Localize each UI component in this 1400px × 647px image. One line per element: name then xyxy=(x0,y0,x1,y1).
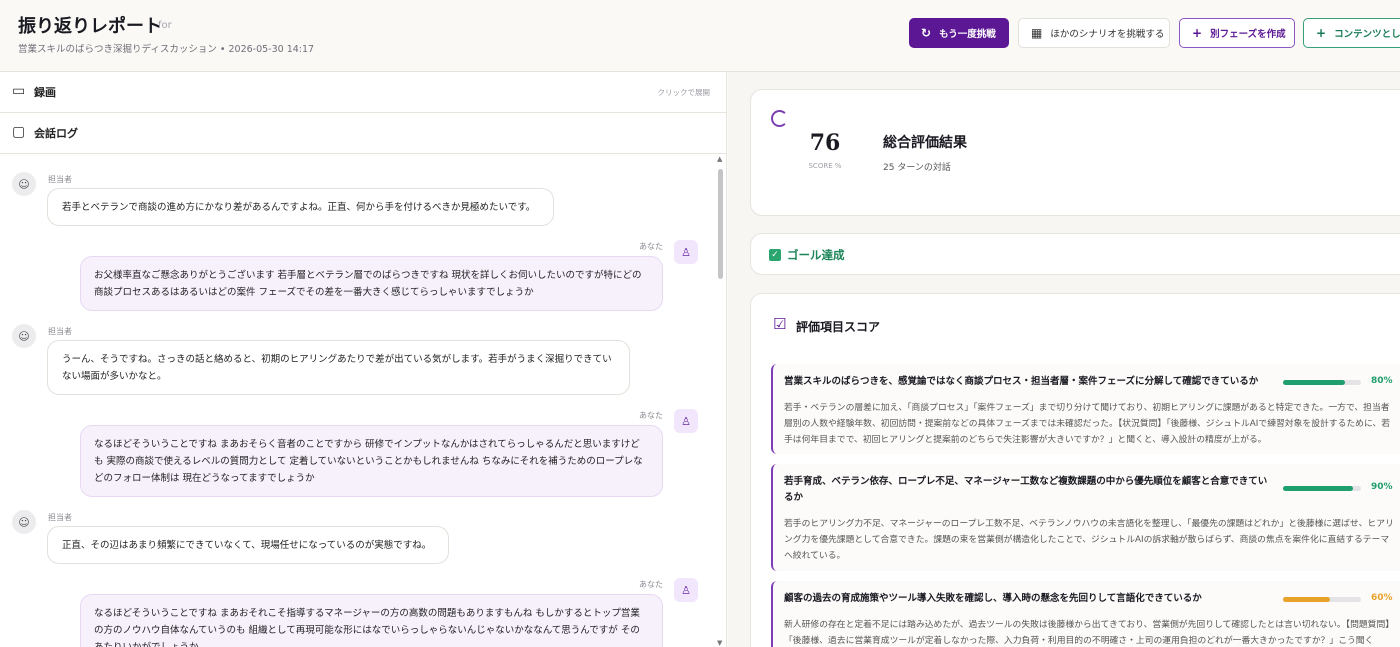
message-list[interactable]: ☺ 担当者 若手とベテランで商談の進め方にかなり差があるんですよね。正直、何から… xyxy=(0,155,714,647)
as-content-button-label: コンテンツとして xyxy=(1334,29,1400,40)
score-value: 76 xyxy=(809,130,841,156)
agent-avatar-icon: ☺ xyxy=(12,172,36,196)
plus-icon: + xyxy=(1192,26,1203,40)
speaker-label: あなた xyxy=(639,411,663,420)
goal-achieved-card: ✓ ゴール達成 xyxy=(750,233,1400,275)
criteria-title: 顧客の過去の育成施策やツール導入失敗を確認し、導入時の懸念を先回りして言語化でき… xyxy=(784,593,1202,604)
score-bar-fill xyxy=(1283,380,1346,385)
other-scenario-button[interactable]: ▦ ほかのシナリオを挑戦する xyxy=(1018,18,1170,48)
criteria-item: 営業スキルのばらつきを、感覚論ではなく商談プロセス・担当者層・案件フェーズに分解… xyxy=(771,364,1400,454)
page-title: 振り返りレポート xyxy=(18,16,162,37)
agent-avatar-icon: ☺ xyxy=(12,324,36,348)
speaker-label: あなた xyxy=(639,580,663,589)
criteria-description: 新人研修の存在と定着不足には踏み込めたが、過去ツールの失敗は後藤様から出てきてお… xyxy=(784,620,1390,646)
score-bar xyxy=(1283,486,1361,491)
criteria-description: 若手のヒアリング力不足、マネージャーのロープレ工数不足、ベテランノウハウの未言語… xyxy=(784,519,1394,561)
new-phase-button-label: 別フェーズを作成 xyxy=(1210,29,1286,40)
overall-score-card: 76 SCORE % 総合評価結果 25 ターンの対話 xyxy=(750,89,1400,216)
criteria-percent: 90% xyxy=(1371,482,1393,492)
scroll-up-icon[interactable]: ▲ xyxy=(717,155,722,163)
criteria-percent: 80% xyxy=(1371,376,1393,386)
evaluation-panel: 76 SCORE % 総合評価結果 25 ターンの対話 ✓ ゴール達成 ☑ 評価… xyxy=(728,72,1400,647)
criteria-description: 若手・ベテランの層差に加え、「商談プロセス」「案件フェーズ」まで切り分けて聞けて… xyxy=(784,403,1391,445)
grid-icon: ▦ xyxy=(1031,26,1043,40)
expand-hint: クリックで展開 xyxy=(657,88,711,97)
score-title: 総合評価結果 xyxy=(883,135,967,151)
chat-bubble-icon: ▢ xyxy=(12,124,26,140)
checkbox-edit-icon: ☑ xyxy=(773,315,787,333)
criteria-item: 顧客の過去の育成施策やツール導入失敗を確認し、導入時の懸念を先回りして言語化でき… xyxy=(771,581,1400,647)
criteria-item: 若手育成、ベテラン依存、ロープレ不足、マネージャー工数など複数課題の中から優先順… xyxy=(771,464,1400,571)
criteria-score-title: 評価項目スコア xyxy=(796,320,881,334)
user-avatar-icon: ♙ xyxy=(674,409,698,433)
plus-icon: + xyxy=(1316,26,1327,40)
conversation-panel: ▭ 録画 クリックで展開 ▢ 会話ログ ☺ 担当者 若手とベテランで商談の進め方… xyxy=(0,72,727,647)
criteria-title: 若手育成、ベテラン依存、ロープレ不足、マネージャー工数など複数課題の中から優先順… xyxy=(784,476,1268,503)
score-ring-icon xyxy=(771,110,788,127)
retry-button-label: もう一度挑戦 xyxy=(939,29,996,40)
score-bar xyxy=(1283,597,1361,602)
message-scrollbar[interactable]: ▲ ▼ xyxy=(716,155,724,647)
agent-message: 若手とベテランで商談の進め方にかなり差があるんですよね。正直、何から手を付けるべ… xyxy=(47,188,554,226)
score-bar-fill xyxy=(1283,486,1354,491)
scroll-thumb[interactable] xyxy=(718,169,723,279)
criteria-percent: 60% xyxy=(1371,593,1393,603)
video-camera-icon: ▭ xyxy=(12,83,26,99)
agent-message: 正直、その辺はあまり頻繁にできていなくて、現場任せになっているのが実態ですね。 xyxy=(47,526,449,564)
recording-label: 録画 xyxy=(34,86,56,99)
criteria-title: 営業スキルのばらつきを、感覚論ではなく商談プロセス・担当者層・案件フェーズに分解… xyxy=(784,376,1259,387)
turn-count: 25 ターンの対話 xyxy=(883,163,951,173)
report-header: 振り返りレポート for 営業スキルのばらつき深掘りディスカッション • 202… xyxy=(0,0,1400,72)
speaker-label: 担当者 xyxy=(48,175,72,184)
new-phase-button[interactable]: + 別フェーズを作成 xyxy=(1179,18,1295,48)
criteria-score-card: ☑ 評価項目スコア 営業スキルのばらつきを、感覚論ではなく商談プロセス・担当者層… xyxy=(750,293,1400,647)
score-bar-fill xyxy=(1283,597,1330,602)
agent-message: うーん、そうですね。さっきの話と絡めると、初期のヒアリングあたりで差が出ている気… xyxy=(47,340,630,395)
speaker-label: 担当者 xyxy=(48,327,72,336)
score-bar xyxy=(1283,380,1361,385)
scroll-down-icon[interactable]: ▼ xyxy=(717,639,722,647)
as-content-button[interactable]: + コンテンツとして xyxy=(1303,18,1400,48)
title-for-label: for xyxy=(158,20,172,31)
agent-avatar-icon: ☺ xyxy=(12,510,36,534)
check-icon: ✓ xyxy=(769,249,781,261)
user-message: なるほどそういうことですね まあおそれこそ指導するマネージャーの方の高数の問題も… xyxy=(80,594,663,647)
goal-achieved-label: ゴール達成 xyxy=(787,248,845,262)
user-message: お父様率直なご懸念ありがとうございます 若手層とベテラン層でのばらつきですね 現… xyxy=(80,256,663,311)
page-subtitle: 営業スキルのばらつき深掘りディスカッション • 2026-05-30 14:17 xyxy=(18,44,315,55)
user-message: なるほどそういうことですね まあおそらく音者のことですから 研修でインプットなん… xyxy=(80,425,663,497)
user-avatar-icon: ♙ xyxy=(674,240,698,264)
other-scenario-button-label: ほかのシナリオを挑戦する xyxy=(1050,29,1165,40)
conversation-log-section: ▢ 会話ログ xyxy=(0,113,726,154)
user-avatar-icon: ♙ xyxy=(674,578,698,602)
conversation-log-label: 会話ログ xyxy=(34,127,78,140)
retry-button[interactable]: ↻ もう一度挑戦 xyxy=(909,18,1009,48)
speaker-label: あなた xyxy=(639,242,663,251)
speaker-label: 担当者 xyxy=(48,513,72,522)
recording-section[interactable]: ▭ 録画 クリックで展開 xyxy=(0,72,726,113)
score-unit: SCORE % xyxy=(808,162,842,170)
refresh-icon: ↻ xyxy=(921,26,932,40)
